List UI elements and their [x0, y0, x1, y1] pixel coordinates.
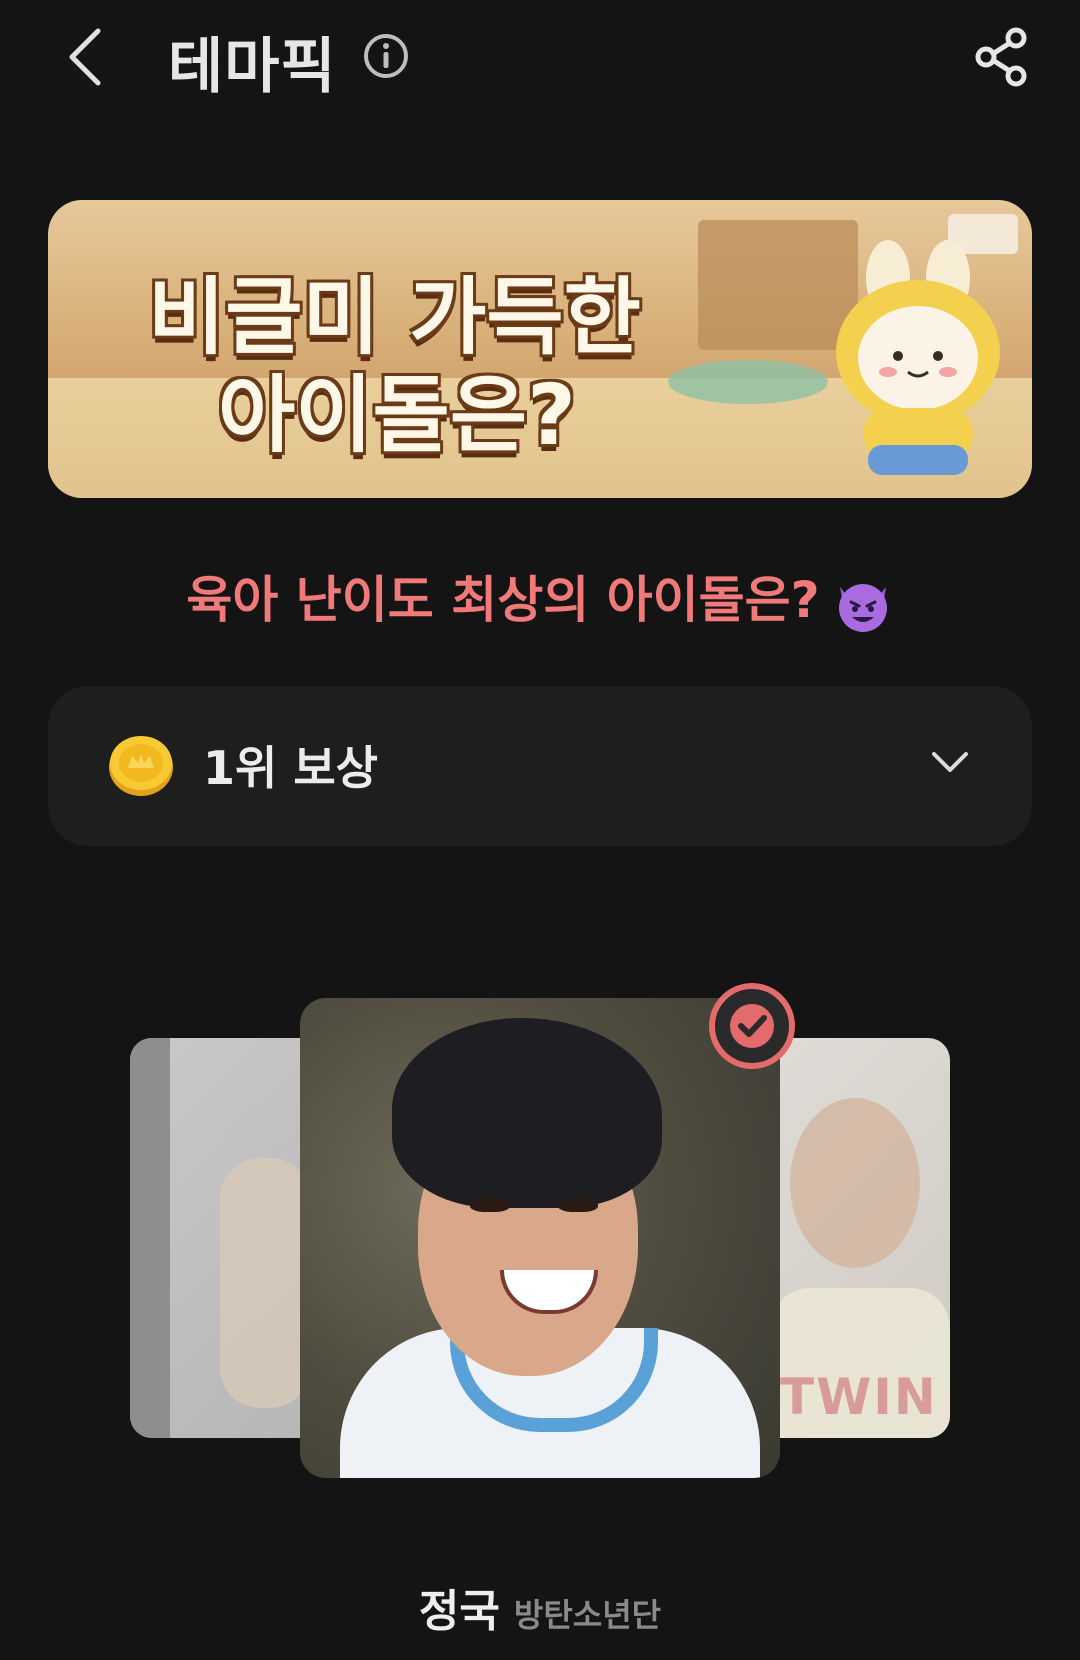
share-icon — [975, 27, 1027, 87]
card-photo-face — [790, 1098, 920, 1268]
photo-hair — [392, 1018, 662, 1208]
question-text: 육아 난이도 최상의 아이돌은? — [186, 571, 820, 629]
top-bar: 테마픽 — [0, 0, 1080, 120]
card-shadow — [130, 1038, 170, 1438]
selected-candidate-caption: 정국 방탄소년단 — [0, 1575, 1080, 1639]
reward-label: 1위 보상 — [203, 741, 378, 795]
back-button[interactable] — [58, 22, 114, 92]
candidate-name: 정국 — [418, 1586, 500, 1637]
banner-title-line2: 아이돌은? — [218, 366, 576, 464]
smiling-devil-icon — [838, 583, 887, 632]
share-button[interactable] — [972, 26, 1030, 88]
bunny-mascot-illustration — [836, 240, 1000, 475]
info-button[interactable] — [362, 32, 410, 80]
photo-eye-right — [558, 1198, 598, 1212]
banner-rug — [668, 360, 828, 404]
question-heading: 육아 난이도 최상의 아이돌은? — [0, 560, 1080, 635]
shirt-text: TWIN — [780, 1368, 938, 1426]
reward-dropdown[interactable]: 1위 보상 — [48, 686, 1032, 846]
chevron-left-icon — [69, 28, 101, 86]
chevron-down-icon[interactable] — [930, 748, 970, 778]
candidate-group: 방탄소년단 — [513, 1596, 662, 1634]
info-icon — [364, 34, 408, 78]
theme-banner: 비글미 가득한 아이돌은? — [48, 200, 1032, 498]
page-title: 테마픽 — [168, 32, 337, 102]
photo-eye-left — [470, 1198, 510, 1212]
check-circle-icon[interactable] — [706, 980, 798, 1072]
card-photo-figure — [220, 1158, 310, 1408]
gold-coin-icon — [109, 736, 173, 796]
